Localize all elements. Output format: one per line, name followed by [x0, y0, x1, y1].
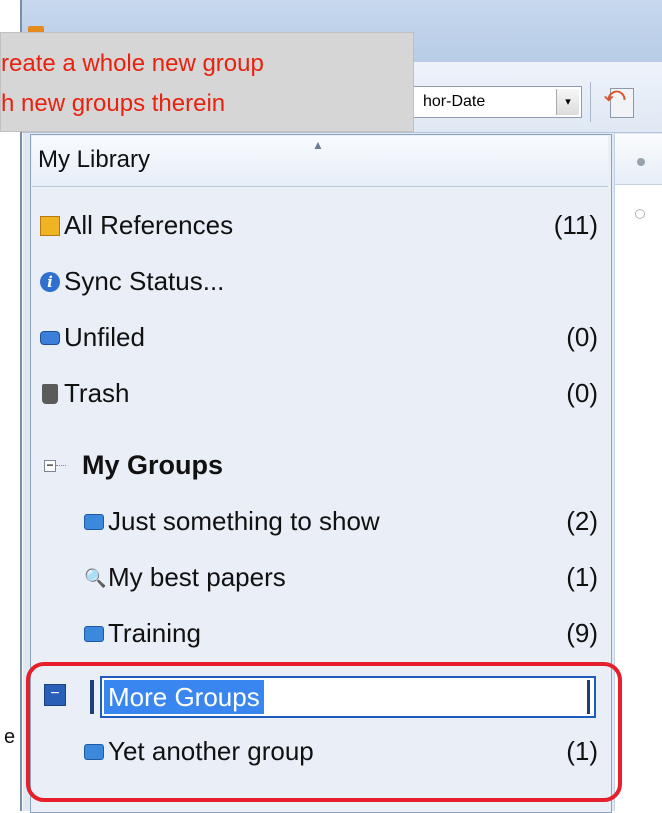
group-item-my-best-papers[interactable]: 🔍 My best papers (1)	[84, 558, 600, 598]
folder-icon	[84, 626, 104, 642]
group-item-label: Training	[108, 618, 201, 648]
info-icon: i	[40, 272, 60, 292]
group-set-label: My Groups	[82, 450, 224, 480]
group-item-just-something-to-show[interactable]: Just something to show (2)	[84, 502, 600, 542]
unfiled-icon	[40, 331, 60, 345]
item-count: (2)	[566, 506, 598, 536]
cropped-text: e	[4, 726, 16, 748]
item-count: (9)	[566, 618, 598, 648]
sidebar-item-all-references[interactable]: All References (11)	[40, 206, 600, 246]
read-status-icon	[637, 158, 645, 166]
sidebar-item-label: Unfiled	[64, 322, 145, 352]
tooltip-line-2: h new groups therein	[1, 90, 226, 117]
sidebar-item-label: All References	[64, 210, 234, 240]
tooltip-callout: reate a whole new group h new groups the…	[0, 32, 414, 132]
tooltip-line-1: reate a whole new group	[1, 50, 264, 77]
library-title: My Library	[38, 146, 151, 173]
reference-export-button[interactable]: ⤺	[600, 80, 642, 124]
folder-icon	[84, 514, 104, 530]
item-count: (11)	[553, 210, 598, 240]
sort-select[interactable]: hor-Date ▾	[412, 86, 582, 118]
sidebar-item-sync-status[interactable]: i Sync Status...	[40, 262, 600, 302]
smart-group-icon: 🔍	[84, 568, 107, 588]
sidebar-item-unfiled[interactable]: Unfiled (0)	[40, 318, 600, 358]
item-count: (0)	[566, 322, 598, 352]
all-references-icon	[40, 216, 60, 236]
item-count: (1)	[566, 562, 598, 592]
sidebar-item-trash[interactable]: Trash (0)	[40, 374, 600, 414]
group-item-label: My best papers	[108, 562, 286, 592]
sort-caret-icon: ▲	[312, 138, 324, 152]
highlight-annotation	[26, 662, 622, 802]
arrow-back-icon: ⤺	[604, 84, 626, 106]
reference-list-header	[615, 134, 662, 185]
sort-select-value: hor-Date	[423, 93, 486, 110]
screenshot-frame: hor-Date ▾ ⤺ My Library ▲ All References…	[0, 0, 662, 813]
item-count: (0)	[566, 378, 598, 408]
group-set-my-groups[interactable]: − My Groups	[40, 446, 600, 486]
library-header[interactable]: My Library ▲	[32, 136, 608, 187]
unread-status-icon	[635, 209, 645, 219]
group-item-label: Just something to show	[108, 506, 380, 536]
collapse-icon[interactable]: −	[44, 459, 56, 472]
group-item-training[interactable]: Training (9)	[84, 614, 600, 654]
sidebar-item-label: Sync Status...	[64, 266, 225, 296]
trash-icon	[42, 384, 58, 404]
toolbar-separator	[590, 82, 591, 122]
chevron-down-icon[interactable]: ▾	[556, 89, 579, 115]
tree-connector	[56, 465, 66, 466]
sidebar-item-label: Trash	[64, 378, 130, 408]
